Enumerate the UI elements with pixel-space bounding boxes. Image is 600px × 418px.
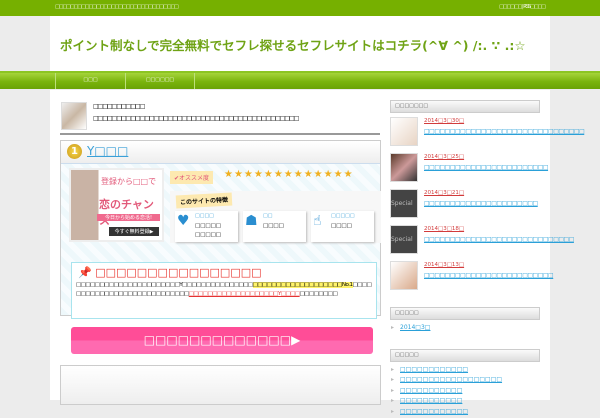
point-box: 📌 □□□□□□□□□□□□□□□□ □□□□□□□□□□□□□□□□□□□□□… <box>71 262 377 319</box>
post-date[interactable]: 2014□3□25□ <box>424 154 464 160</box>
recent-post: 2014□3□30□□□□□□□□□□□□□□□□□□□□□□□□□□□□□□□… <box>390 117 540 149</box>
banner-title: 恋のチャンス <box>99 196 162 228</box>
feature-value: □□□□□ □□□□□ <box>195 222 238 240</box>
site-banner[interactable]: 登録から□□で 恋のチャンス 今日から始める恋活! 今すぐ無料登録▶ <box>69 168 164 242</box>
feature-3: ☝□□□□□□□□□ <box>311 211 374 242</box>
banner-text: 登録から□□で <box>101 176 156 187</box>
category-link[interactable]: □□□□□□□□□□□□ <box>390 408 540 418</box>
category-link[interactable]: □□□□□□□□□□□ <box>390 397 540 408</box>
feature-heading: □□□□□ <box>331 213 355 219</box>
ranking-item-2 <box>60 365 381 405</box>
woman-icon: ☗ <box>245 213 258 229</box>
site-description: □□□□□□□□□□□□□□□□□□□□□□□□□□□□□□□□□ <box>55 4 178 10</box>
pin-icon: 📌 <box>78 266 92 279</box>
author-name: □□□□□□□□□□□ <box>93 103 144 110</box>
finger-tap-icon: ☝ <box>313 213 322 229</box>
content-area: □□□□□□□□□□□ □□□□□□□□□□□□□□□□□□□□□□□□□□□□… <box>50 90 550 400</box>
feature-2: ☗□□□□□□ <box>243 211 306 242</box>
highlight-text: □□□□□□□□□□□□□□□□□□□No.1 <box>253 282 353 288</box>
post-title[interactable]: □□□□□□□□□□□□□□□□□□□□□□□□□ <box>424 272 553 279</box>
official-site-button[interactable]: □□□□□□□□□□□□□▶ <box>71 327 373 354</box>
divider <box>60 133 380 135</box>
sidebar: □□□□□□□ 2014□3□30□□□□□□□□□□□□□□□□□□□□□□□… <box>390 100 540 418</box>
category-link[interactable]: □□□□□□□□□□□ <box>390 387 540 398</box>
top-bar: □□□□□□□□□□□□□□□□□□□□□□□□□□□□□□□□□ □□□□□□… <box>0 0 600 16</box>
site-header: ポイント制なしで完全無料でセフレ探せるセフレサイトはコチラ(^∀ ^) /:. … <box>50 16 550 71</box>
feature-value: □□□□ <box>263 222 284 231</box>
post-thumbnail[interactable]: Special <box>390 225 418 254</box>
post-thumbnail[interactable] <box>390 117 418 146</box>
features-label: このサイトの特徴 <box>176 193 233 209</box>
recent-post: 2014□3□13□□□□□□□□□□□□□□□□□□□□□□□□□□ <box>390 261 540 293</box>
category-link[interactable]: □□□□□□□□□□□□□□□□□□ <box>390 376 540 387</box>
archive-link[interactable]: 2014□3□ <box>390 324 540 335</box>
post-title[interactable]: □□□□□□□□□□□□□□□□□□□□□□□□□□□□□ <box>424 236 574 243</box>
recent-posts-title: □□□□□□□ <box>390 100 540 113</box>
post-title[interactable]: □□□□□□□□□□□□□□□□□□□□□□□□□□□□□□□ <box>424 128 584 135</box>
post-date[interactable]: 2014□3□21□ <box>424 190 464 196</box>
text: □□□□□□□□ <box>300 291 338 297</box>
ranking-item-1: 1 Y□□□ 登録から□□で 恋のチャンス 今日から始める恋活! 今すぐ無料登録… <box>60 140 381 316</box>
ranking-site-link[interactable]: Y□□□ <box>87 144 128 158</box>
banner-button[interactable]: 今すぐ無料登録▶ <box>109 227 159 236</box>
author-bio: □□□□□□□□□□□□□□□□□□□□□□□□□□□□□□□□□□□□□□□□… <box>93 115 298 122</box>
heart-chat-icon: ♥ <box>177 213 190 229</box>
rank-medal-icon: 1 <box>67 144 82 159</box>
point-heading-text: □□□□□□□□□□□□□□□□ <box>95 266 261 279</box>
post-thumbnail[interactable] <box>390 261 418 290</box>
nav-item-home[interactable]: □□□ <box>55 73 125 89</box>
ranking-header: 1 Y□□□ <box>61 141 380 164</box>
category-link[interactable]: □□□□□□□□□□□□ <box>390 366 540 377</box>
recent-post: Special2014□3□18□□□□□□□□□□□□□□□□□□□□□□□□… <box>390 225 540 257</box>
feature-value: □□□□ <box>331 222 352 231</box>
point-text: □□□□□□□□□□□□□□□□□□□□□□Y□□□□□□□□□□□□□□□□□… <box>76 281 372 299</box>
banner-subtitle: 今日から始める恋活! <box>97 214 160 221</box>
feature-heading: □□ <box>263 213 272 219</box>
feature-1: ♥ □□□□ □□□□□ □□□□□ <box>175 211 238 242</box>
nav-item-2[interactable]: □□□□□□ <box>125 73 195 89</box>
main-nav: □□□ □□□□□□ <box>0 71 600 89</box>
category-title: □□□□□ <box>390 349 540 362</box>
recent-post: 2014□3□25□□□□□□□□□□□□□□□□□□□□□□□□□ <box>390 153 540 185</box>
recommend-badge: ✔オススメ度 <box>170 171 213 184</box>
author-avatar <box>61 102 87 130</box>
point-heading: 📌 □□□□□□□□□□□□□□□□ <box>78 266 262 279</box>
post-date[interactable]: 2014□3□18□ <box>424 226 464 232</box>
post-title[interactable]: □□□□□□□□□□□□□□□□□□□□□□□□ <box>424 164 548 171</box>
recent-post: Special 2014□3□21□ □□□□□□□□□□□□□□□□□□□□□□ <box>390 189 540 221</box>
post-title[interactable]: □□□□□□□□□□□□□□□□□□□□□□ <box>424 200 538 207</box>
post-thumbnail[interactable] <box>390 153 418 182</box>
post-date[interactable]: 2014□3□30□ <box>424 118 464 124</box>
features-box: このサイトの特徴 ♥□□□□□□□□□ □□□□□ ☗□□□□□□ ☝□□□□□… <box>170 191 381 243</box>
top-links[interactable]: □□□□□□ | RSS□□□□ <box>499 4 545 10</box>
feature-heading: □□□□ <box>195 213 214 219</box>
site-title[interactable]: ポイント制なしで完全無料でセフレ探せるセフレサイトはコチラ(^∀ ^) /:. … <box>60 35 526 54</box>
post-thumbnail[interactable]: Special <box>390 189 418 218</box>
text: □□□□□□□□□□□□□□□□□□□□□□Y□□□□□□□□□□□□□□□ <box>76 282 253 288</box>
post-date[interactable]: 2014□3□13□ <box>424 262 464 268</box>
star-rating: ★★★★★★★★★★★★★ <box>224 169 354 180</box>
archive-title: □□□□□ <box>390 307 540 320</box>
red-emphasis: □□□□□□□□□□□□□□□□□□□Y□□□□ <box>189 291 300 297</box>
